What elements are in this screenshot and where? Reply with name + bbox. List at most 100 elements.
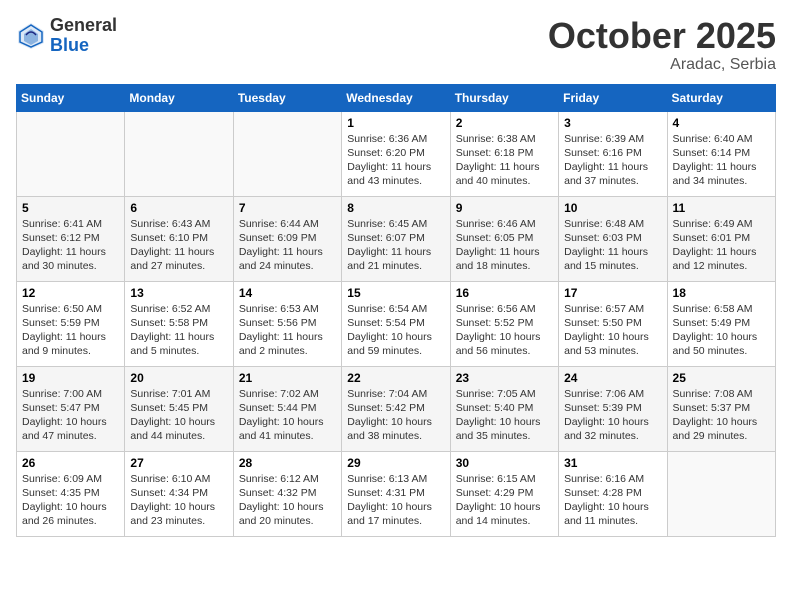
calendar-cell: 31 Sunrise: 6:16 AM Sunset: 4:28 PM Dayl… [559,451,667,536]
weekday-header: Tuesday [233,84,341,111]
day-number: 17 [564,286,661,300]
calendar-cell: 2 Sunrise: 6:38 AM Sunset: 6:18 PM Dayli… [450,111,558,196]
sunrise-text: Sunrise: 7:00 AM [22,388,102,400]
sunrise-text: Sunrise: 6:13 AM [347,473,427,485]
calendar-cell: 3 Sunrise: 6:39 AM Sunset: 6:16 PM Dayli… [559,111,667,196]
day-number: 18 [673,286,770,300]
daylight-text: Daylight: 11 hours and 5 minutes. [130,331,214,357]
sunset-text: Sunset: 6:01 PM [673,232,751,244]
calendar-cell: 9 Sunrise: 6:46 AM Sunset: 6:05 PM Dayli… [450,196,558,281]
sunrise-text: Sunrise: 6:45 AM [347,218,427,230]
sunset-text: Sunset: 5:49 PM [673,317,751,329]
day-info: Sunrise: 6:39 AM Sunset: 6:16 PM Dayligh… [564,132,661,189]
calendar-cell: 26 Sunrise: 6:09 AM Sunset: 4:35 PM Dayl… [17,451,125,536]
calendar-cell: 21 Sunrise: 7:02 AM Sunset: 5:44 PM Dayl… [233,366,341,451]
sunset-text: Sunset: 6:10 PM [130,232,208,244]
sunrise-text: Sunrise: 6:10 AM [130,473,210,485]
sunset-text: Sunset: 5:47 PM [22,402,100,414]
sunset-text: Sunset: 5:50 PM [564,317,642,329]
calendar-cell: 15 Sunrise: 6:54 AM Sunset: 5:54 PM Dayl… [342,281,450,366]
daylight-text: Daylight: 11 hours and 43 minutes. [347,161,431,187]
day-number: 12 [22,286,119,300]
calendar-cell: 25 Sunrise: 7:08 AM Sunset: 5:37 PM Dayl… [667,366,775,451]
calendar-cell: 28 Sunrise: 6:12 AM Sunset: 4:32 PM Dayl… [233,451,341,536]
day-info: Sunrise: 6:44 AM Sunset: 6:09 PM Dayligh… [239,217,336,274]
day-number: 27 [130,456,227,470]
day-number: 23 [456,371,553,385]
day-number: 14 [239,286,336,300]
day-info: Sunrise: 6:52 AM Sunset: 5:58 PM Dayligh… [130,302,227,359]
sunset-text: Sunset: 5:42 PM [347,402,425,414]
sunrise-text: Sunrise: 6:54 AM [347,303,427,315]
day-info: Sunrise: 6:41 AM Sunset: 6:12 PM Dayligh… [22,217,119,274]
day-number: 20 [130,371,227,385]
daylight-text: Daylight: 11 hours and 18 minutes. [456,246,540,272]
page-header: General Blue October 2025 Aradac, Serbia [16,16,776,74]
sunset-text: Sunset: 5:40 PM [456,402,534,414]
sunrise-text: Sunrise: 6:12 AM [239,473,319,485]
calendar-week-row: 26 Sunrise: 6:09 AM Sunset: 4:35 PM Dayl… [17,451,776,536]
sunrise-text: Sunrise: 6:40 AM [673,133,753,145]
calendar-cell: 17 Sunrise: 6:57 AM Sunset: 5:50 PM Dayl… [559,281,667,366]
logo-general: General [50,16,117,36]
weekday-header: Saturday [667,84,775,111]
weekday-header: Wednesday [342,84,450,111]
day-number: 30 [456,456,553,470]
day-info: Sunrise: 6:16 AM Sunset: 4:28 PM Dayligh… [564,472,661,529]
day-info: Sunrise: 6:13 AM Sunset: 4:31 PM Dayligh… [347,472,444,529]
daylight-text: Daylight: 10 hours and 59 minutes. [347,331,432,357]
sunset-text: Sunset: 4:35 PM [22,487,100,499]
daylight-text: Daylight: 11 hours and 37 minutes. [564,161,648,187]
daylight-text: Daylight: 11 hours and 21 minutes. [347,246,431,272]
weekday-header: Sunday [17,84,125,111]
day-number: 6 [130,201,227,215]
day-info: Sunrise: 6:48 AM Sunset: 6:03 PM Dayligh… [564,217,661,274]
day-number: 24 [564,371,661,385]
day-info: Sunrise: 6:57 AM Sunset: 5:50 PM Dayligh… [564,302,661,359]
day-info: Sunrise: 7:06 AM Sunset: 5:39 PM Dayligh… [564,387,661,444]
day-info: Sunrise: 7:08 AM Sunset: 5:37 PM Dayligh… [673,387,770,444]
sunset-text: Sunset: 6:05 PM [456,232,534,244]
calendar-cell: 1 Sunrise: 6:36 AM Sunset: 6:20 PM Dayli… [342,111,450,196]
day-info: Sunrise: 6:43 AM Sunset: 6:10 PM Dayligh… [130,217,227,274]
daylight-text: Daylight: 10 hours and 44 minutes. [130,416,215,442]
day-info: Sunrise: 6:53 AM Sunset: 5:56 PM Dayligh… [239,302,336,359]
daylight-text: Daylight: 10 hours and 50 minutes. [673,331,758,357]
sunset-text: Sunset: 6:16 PM [564,147,642,159]
weekday-header: Friday [559,84,667,111]
sunrise-text: Sunrise: 6:16 AM [564,473,644,485]
calendar-cell [17,111,125,196]
daylight-text: Daylight: 10 hours and 11 minutes. [564,501,649,527]
day-number: 25 [673,371,770,385]
daylight-text: Daylight: 10 hours and 41 minutes. [239,416,324,442]
sunset-text: Sunset: 4:32 PM [239,487,317,499]
daylight-text: Daylight: 10 hours and 47 minutes. [22,416,107,442]
calendar-cell: 29 Sunrise: 6:13 AM Sunset: 4:31 PM Dayl… [342,451,450,536]
daylight-text: Daylight: 11 hours and 30 minutes. [22,246,106,272]
sunrise-text: Sunrise: 6:09 AM [22,473,102,485]
daylight-text: Daylight: 10 hours and 14 minutes. [456,501,541,527]
sunrise-text: Sunrise: 6:44 AM [239,218,319,230]
sunrise-text: Sunrise: 6:46 AM [456,218,536,230]
day-info: Sunrise: 7:02 AM Sunset: 5:44 PM Dayligh… [239,387,336,444]
location: Aradac, Serbia [548,56,776,74]
sunset-text: Sunset: 5:54 PM [347,317,425,329]
calendar-cell: 4 Sunrise: 6:40 AM Sunset: 6:14 PM Dayli… [667,111,775,196]
day-number: 31 [564,456,661,470]
daylight-text: Daylight: 11 hours and 2 minutes. [239,331,323,357]
calendar-cell: 30 Sunrise: 6:15 AM Sunset: 4:29 PM Dayl… [450,451,558,536]
day-info: Sunrise: 6:50 AM Sunset: 5:59 PM Dayligh… [22,302,119,359]
daylight-text: Daylight: 10 hours and 20 minutes. [239,501,324,527]
title-block: October 2025 Aradac, Serbia [548,16,776,74]
calendar-cell: 13 Sunrise: 6:52 AM Sunset: 5:58 PM Dayl… [125,281,233,366]
sunrise-text: Sunrise: 6:48 AM [564,218,644,230]
sunset-text: Sunset: 5:44 PM [239,402,317,414]
weekday-header: Monday [125,84,233,111]
day-number: 22 [347,371,444,385]
sunrise-text: Sunrise: 7:01 AM [130,388,210,400]
sunrise-text: Sunrise: 6:41 AM [22,218,102,230]
day-info: Sunrise: 7:00 AM Sunset: 5:47 PM Dayligh… [22,387,119,444]
calendar-cell: 14 Sunrise: 6:53 AM Sunset: 5:56 PM Dayl… [233,281,341,366]
sunset-text: Sunset: 5:52 PM [456,317,534,329]
day-number: 19 [22,371,119,385]
